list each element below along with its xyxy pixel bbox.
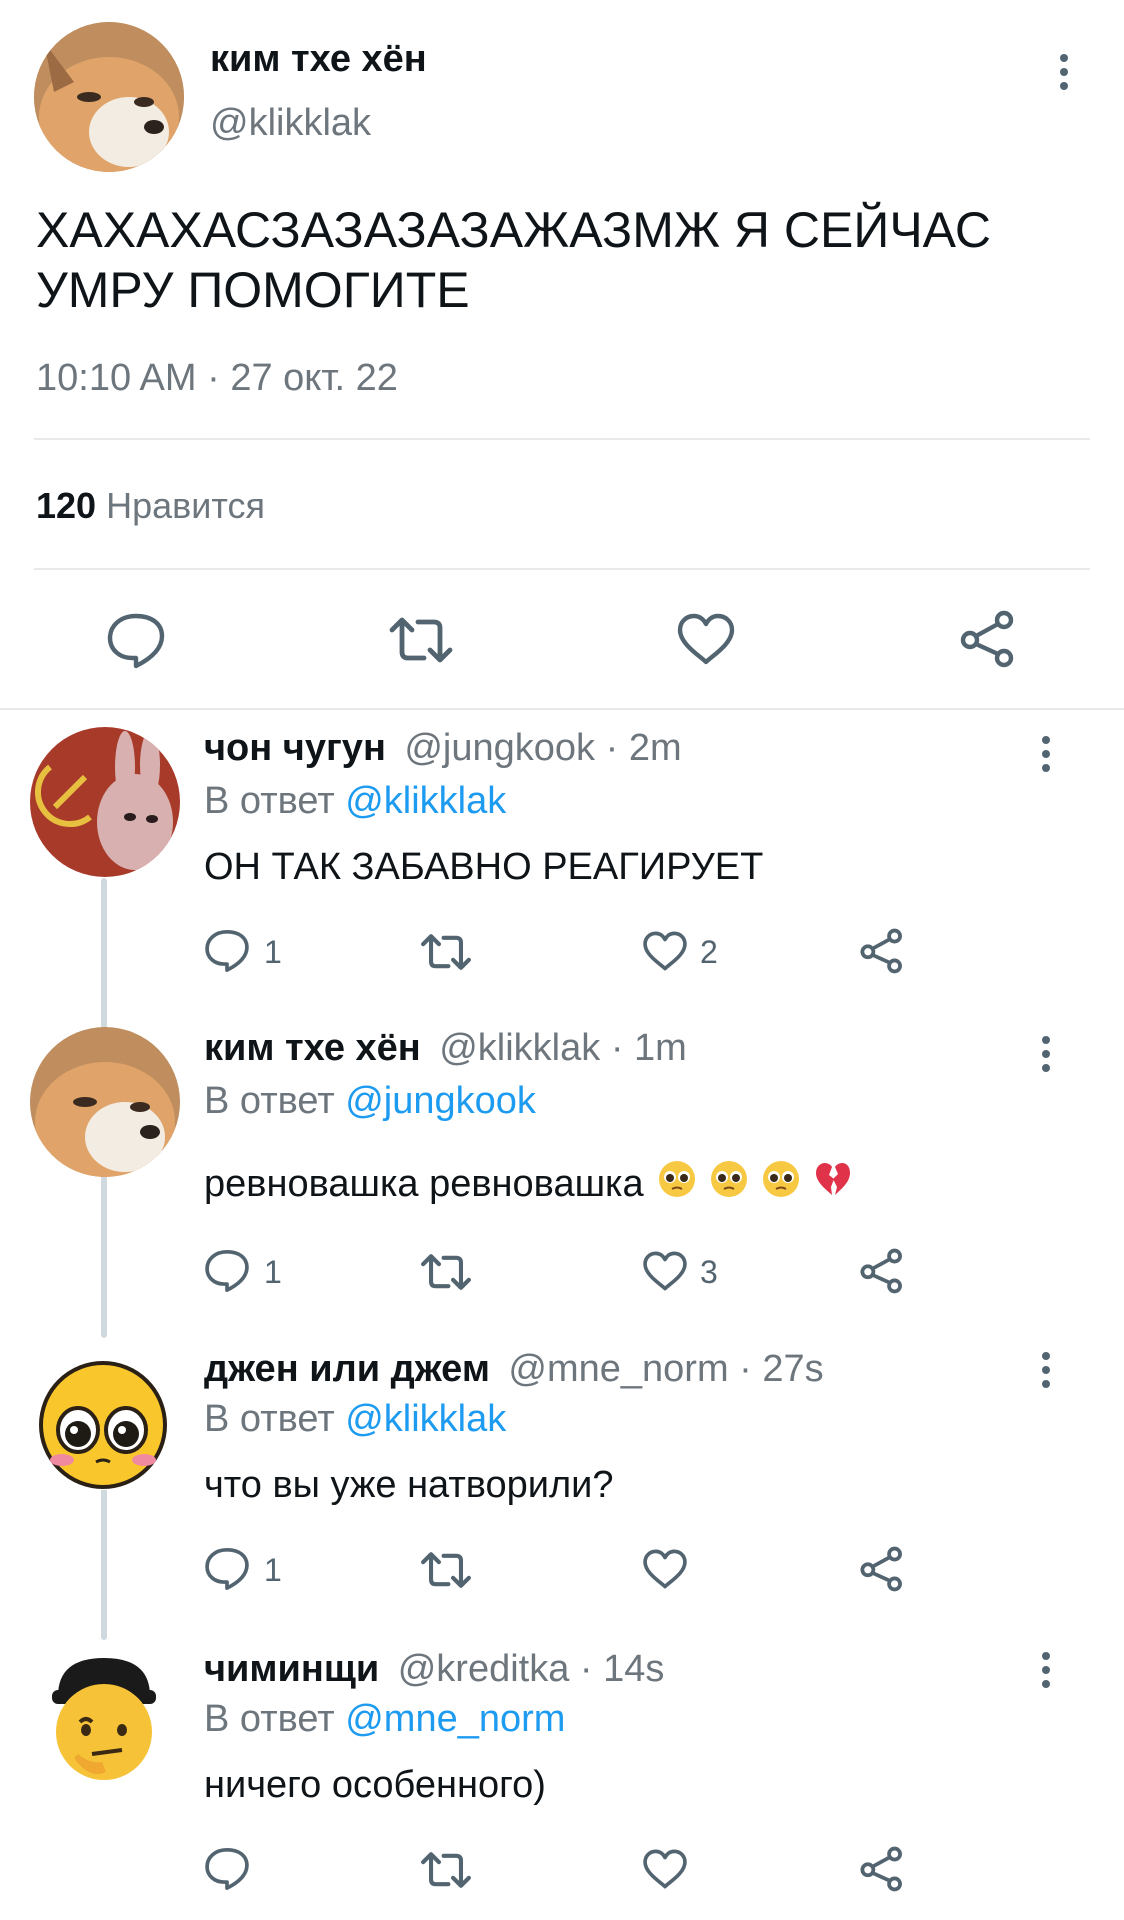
reply-prefix: В ответ — [204, 1398, 335, 1440]
pleading-face-emoji — [658, 1160, 696, 1208]
broken-heart-emoji — [814, 1161, 852, 1207]
author-avatar[interactable] — [34, 22, 184, 172]
reply-prefix: В ответ — [204, 780, 335, 822]
reply-icon[interactable] — [106, 612, 166, 670]
tweet-text: ХАХАХАСЗАЗАЗАЗАЖАЗМЖ Я СЕЙЧАС УМРУ ПОМОГ… — [36, 200, 991, 320]
reply-text-row: ревновашка ревновашка — [204, 1160, 852, 1208]
reply-text: ревновашка ревновашка — [204, 1162, 644, 1205]
reply-icon[interactable] — [204, 1248, 250, 1294]
more-icon[interactable] — [1039, 1652, 1053, 1688]
more-icon[interactable] — [1039, 736, 1053, 772]
reply-icon[interactable] — [204, 928, 250, 974]
reply-count: 1 — [264, 1254, 282, 1290]
reply-context: В ответ @mne_norm — [204, 1698, 565, 1741]
reply-header: джен или джем @mne_norm · 27s — [204, 1348, 824, 1391]
reply-to-link[interactable]: @klikklak — [345, 780, 506, 822]
share-icon[interactable] — [860, 928, 904, 974]
reply-context: В ответ @klikklak — [204, 780, 506, 823]
reply-header: ким тхе хён @klikklak · 1m — [204, 1027, 687, 1070]
reply-author-handle-time[interactable]: @jungkook · 2m — [404, 727, 681, 769]
reply-prefix: В ответ — [204, 1698, 335, 1740]
tweet-text-line-2: УМРУ ПОМОГИТЕ — [36, 262, 470, 318]
more-icon[interactable] — [1039, 1036, 1053, 1072]
reply-to-link[interactable]: @jungkook — [345, 1080, 536, 1122]
thread-line — [101, 1470, 107, 1640]
retweet-icon[interactable] — [420, 1549, 472, 1591]
reply-avatar[interactable] — [38, 1360, 168, 1490]
reply-prefix: В ответ — [204, 1080, 335, 1122]
reply-to-link[interactable]: @mne_norm — [345, 1698, 565, 1740]
retweet-icon[interactable] — [420, 1251, 472, 1293]
reply-author-name[interactable]: джен или джем — [204, 1348, 490, 1390]
reply-icon[interactable] — [204, 1846, 250, 1892]
retweet-icon[interactable] — [388, 614, 454, 666]
share-icon[interactable] — [860, 1546, 904, 1592]
like-count: 3 — [700, 1254, 718, 1290]
author-name[interactable]: ким тхе хён — [210, 38, 427, 81]
reply-text: ничего особенного) — [204, 1764, 546, 1806]
reply-author-name[interactable]: чиминщи — [204, 1648, 379, 1690]
reply-author-name[interactable]: ким тхе хён — [204, 1027, 421, 1069]
pleading-face-emoji — [710, 1160, 748, 1208]
like-icon[interactable] — [642, 1548, 688, 1590]
reply-author-handle-time[interactable]: @mne_norm · 27s — [508, 1348, 823, 1390]
reply-to-link[interactable]: @klikklak — [345, 1398, 506, 1440]
share-icon[interactable] — [960, 610, 1016, 668]
author-handle[interactable]: @klikklak — [210, 102, 371, 145]
reply-count: 1 — [264, 1552, 282, 1588]
divider — [34, 568, 1090, 570]
like-icon[interactable] — [642, 1250, 688, 1292]
retweet-icon[interactable] — [420, 1849, 472, 1891]
reply-author-name[interactable]: чон чугун — [204, 727, 386, 769]
retweet-icon[interactable] — [420, 931, 472, 973]
likes-stat[interactable]: 120 Нравится — [36, 485, 265, 527]
reply-icon[interactable] — [204, 1546, 250, 1592]
reply-count: 1 — [264, 934, 282, 970]
reply-header: чон чугун @jungkook · 2m — [204, 727, 682, 770]
like-icon[interactable] — [642, 1848, 688, 1890]
share-icon[interactable] — [860, 1846, 904, 1892]
reply-avatar[interactable] — [30, 1027, 180, 1177]
pleading-face-emoji — [762, 1160, 800, 1208]
tweet-timestamp[interactable]: 10:10 AM · 27 окт. 22 — [36, 357, 398, 400]
reply-avatar[interactable] — [30, 727, 180, 877]
more-icon[interactable] — [1057, 54, 1071, 90]
reply-context: В ответ @klikklak — [204, 1398, 506, 1441]
more-icon[interactable] — [1039, 1352, 1053, 1388]
reply-context: В ответ @jungkook — [204, 1080, 536, 1123]
share-icon[interactable] — [860, 1248, 904, 1294]
tweet-text-line-1: ХАХАХАСЗАЗАЗАЗАЖАЗМЖ Я СЕЙЧАС — [36, 202, 992, 258]
reply-text: ОН ТАК ЗАБАВНО РЕАГИРУЕТ — [204, 846, 764, 888]
likes-count: 120 — [36, 485, 97, 526]
reply-author-handle-time[interactable]: @klikklak · 1m — [439, 1027, 687, 1069]
divider — [34, 438, 1090, 440]
reply-header: чиминщи @kreditka · 14s — [204, 1648, 664, 1691]
likes-label: Нравится — [106, 485, 265, 526]
like-icon[interactable] — [642, 930, 688, 972]
like-count: 2 — [700, 934, 718, 970]
section-divider — [0, 708, 1124, 710]
reply-text: что вы уже натворили? — [204, 1464, 614, 1506]
reply-author-handle-time[interactable]: @kreditka · 14s — [398, 1648, 665, 1690]
like-icon[interactable] — [676, 612, 736, 666]
reply-avatar[interactable] — [44, 1646, 164, 1792]
